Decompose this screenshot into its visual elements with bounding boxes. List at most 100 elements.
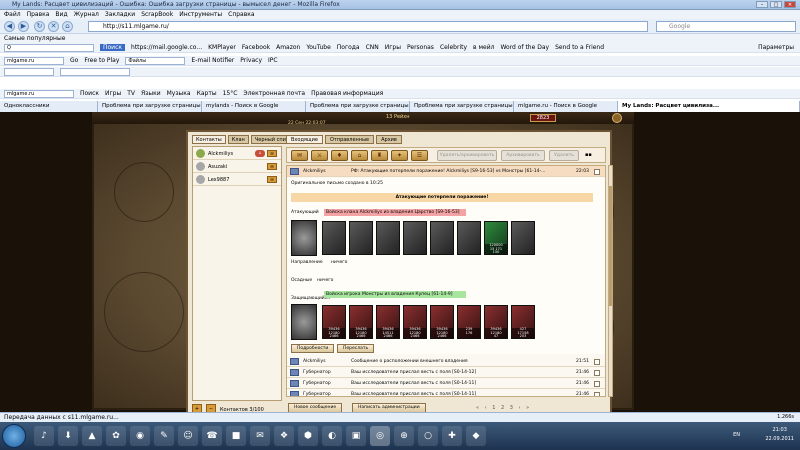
tab-1[interactable]: Проблема при загрузке страницы (98, 101, 202, 112)
toolbar2-item-2[interactable]: E-mail Notifier (191, 57, 234, 64)
toolbar1-item-10[interactable]: Word of the Day (500, 44, 549, 51)
toolbar1-search-button[interactable]: Поиск (100, 44, 126, 51)
toolbar1-item-9[interactable]: в мейл (473, 44, 494, 51)
contact-item[interactable]: Alckmiliys ⚔ ✉ (193, 147, 281, 160)
tab-5[interactable]: mlgame.ru - Поиск в Google (514, 101, 618, 112)
attacker-info[interactable]: Войска клана Alckmiliys из владения Царс… (324, 209, 466, 216)
toolbar1-item-7[interactable]: Personas (407, 44, 434, 51)
tab-clan[interactable]: Клан (227, 135, 249, 144)
taskbar-app-icon[interactable]: ■ (226, 426, 246, 446)
message-row[interactable]: Губернатор Ваш исследователи прислал вес… (287, 367, 605, 378)
taskbar-app-icon[interactable]: ▣ (346, 426, 366, 446)
taskbar-app-icon[interactable]: ▲ (82, 426, 102, 446)
taskbar-app-icon[interactable]: ☎ (202, 426, 222, 446)
menu-edit[interactable]: Правка (27, 11, 50, 18)
toolbar4-item-6[interactable]: 15°C (223, 90, 238, 97)
menu-view[interactable]: Вид (55, 11, 67, 18)
toolbar2-item-4[interactable]: IPC (268, 57, 278, 64)
contact-item[interactable]: Lex9887 ✉ (193, 173, 281, 186)
tab-6-active[interactable]: My Lands: Расцвет цивилиза... (618, 101, 800, 112)
defender-info[interactable]: Войска игрока Монстры из владения Купец … (324, 291, 466, 298)
taskbar-app-icon[interactable]: ◐ (322, 426, 342, 446)
currency-counter[interactable]: 2823 (530, 114, 556, 122)
forward-icon[interactable]: ▶ (18, 21, 29, 32)
filter-trade-icon[interactable]: ♦ (331, 150, 348, 161)
message-row-open[interactable]: Alckmiliys РФ: Атакующие потерпели пораж… (287, 166, 605, 177)
toolbar2-go-button[interactable]: Go (70, 57, 78, 64)
message-row[interactable]: Губернатор Ваш исследователи прислал вес… (287, 389, 605, 396)
taskbar-app-icon[interactable]: ◉ (130, 426, 150, 446)
language-indicator[interactable]: EN (733, 432, 740, 438)
message-checkbox[interactable] (594, 359, 600, 365)
filter-build-icon[interactable]: ⌂ (351, 150, 368, 161)
contact-item[interactable]: Asuzaki ✉ (193, 160, 281, 173)
start-button[interactable] (2, 424, 26, 448)
forward-button[interactable]: Переслать (337, 344, 375, 353)
tab-3[interactable]: Проблема при загрузке страницы (306, 101, 410, 112)
tab-inbox[interactable]: Входящие (286, 135, 323, 144)
message-row[interactable]: Alckmiliys Сообщение о расположении внеш… (287, 356, 605, 367)
scrollbar-thumb[interactable] (609, 186, 612, 306)
filter-system-icon[interactable]: ☰ (411, 150, 428, 161)
filter-clan-icon[interactable]: ♜ (371, 150, 388, 161)
minimize-button[interactable]: – (756, 1, 768, 8)
toolbar4-item-2[interactable]: TV (127, 90, 135, 97)
toolbar1-item-3[interactable]: YouTube (306, 44, 330, 51)
message-checkbox[interactable] (594, 392, 600, 396)
close-window-button[interactable]: ✕ (784, 1, 796, 8)
tab-0[interactable]: Одноклассники (0, 101, 98, 112)
toolbar1-item-0[interactable]: KMPlayer (208, 44, 236, 51)
home-icon[interactable]: ⌂ (62, 21, 73, 32)
archive-button[interactable]: Архивировать (501, 150, 545, 161)
mail-icon[interactable]: ✉ (267, 163, 277, 170)
toolbar3-input-2[interactable] (60, 67, 130, 76)
taskbar-app-icon[interactable]: ⊕ (394, 426, 414, 446)
toolbar1-item-11[interactable]: Send to a Friend (555, 44, 604, 51)
message-checkbox[interactable] (594, 381, 600, 387)
bookmark-most-visited[interactable]: Самые популярные (4, 35, 65, 42)
menu-help[interactable]: Справка (228, 11, 254, 18)
filter-all-icon[interactable]: ✉ (291, 150, 308, 161)
message-row[interactable]: Губернатор Ваш исследователи прислал вес… (287, 378, 605, 389)
toolbar4-item-5[interactable]: Карты (197, 90, 217, 97)
toolbar4-item-4[interactable]: Музыка (167, 90, 191, 97)
delete-button[interactable]: Удалить (549, 150, 579, 161)
taskbar-app-icon[interactable]: ○ (418, 426, 438, 446)
taskbar-app-icon[interactable]: ✉ (250, 426, 270, 446)
toolbar4-item-8[interactable]: Правовая информация (311, 90, 383, 97)
taskbar-app-icon[interactable]: ❖ (274, 426, 294, 446)
taskbar-app-icon[interactable]: ✿ (106, 426, 126, 446)
menu-file[interactable]: Файл (4, 11, 21, 18)
url-bar[interactable]: http://s11.mlgame.ru/ (88, 21, 648, 32)
taskbar-app-icon[interactable]: ◆ (466, 426, 486, 446)
firefox-taskbar-icon[interactable]: ◎ (370, 426, 390, 446)
select-all-icon[interactable]: ▪▪ (585, 152, 592, 158)
toolbar4-item-0[interactable]: Поиск (80, 90, 99, 97)
pagination[interactable]: « ‹ 1 2 3 › » (476, 405, 531, 411)
taskbar-app-icon[interactable]: ⬇ (58, 426, 78, 446)
attack-icon[interactable]: ⚔ (255, 150, 265, 157)
search-box[interactable]: Google (656, 21, 796, 32)
toolbar2-item-3[interactable]: Privacy (240, 57, 262, 64)
toolbar4-item-3[interactable]: Языки (141, 90, 161, 97)
clock[interactable]: 21:03 22.09.2011 (765, 426, 794, 444)
mail-icon[interactable]: ✉ (267, 150, 277, 157)
toolbar1-item-4[interactable]: Погода (337, 44, 360, 51)
tab-4[interactable]: Проблема при загрузке страницы (410, 101, 514, 112)
toolbar2-files[interactable]: Файлы (125, 56, 186, 65)
menu-history[interactable]: Журнал (74, 11, 99, 18)
taskbar-app-icon[interactable]: ✚ (442, 426, 462, 446)
menu-tools[interactable]: Инструменты (179, 11, 222, 18)
toolbar1-item-2[interactable]: Amazon (276, 44, 300, 51)
details-button[interactable]: Подробности (291, 344, 335, 353)
toolbar1-item-8[interactable]: Celebrity (440, 44, 467, 51)
toolbar2-input[interactable]: mlgame.ru (4, 56, 64, 65)
tab-2[interactable]: mylands - Поиск в Google (202, 101, 306, 112)
menu-bookmarks[interactable]: Закладки (105, 11, 135, 18)
toolbar1-item-6[interactable]: Игры (385, 44, 401, 51)
tab-archive[interactable]: Архив (376, 135, 402, 144)
taskbar-app-icon[interactable]: ⬢ (298, 426, 318, 446)
tab-blacklist[interactable]: Черный спи (250, 135, 290, 144)
maximize-button[interactable]: □ (770, 1, 782, 8)
toolbar1-item-1[interactable]: Facebook (242, 44, 270, 51)
